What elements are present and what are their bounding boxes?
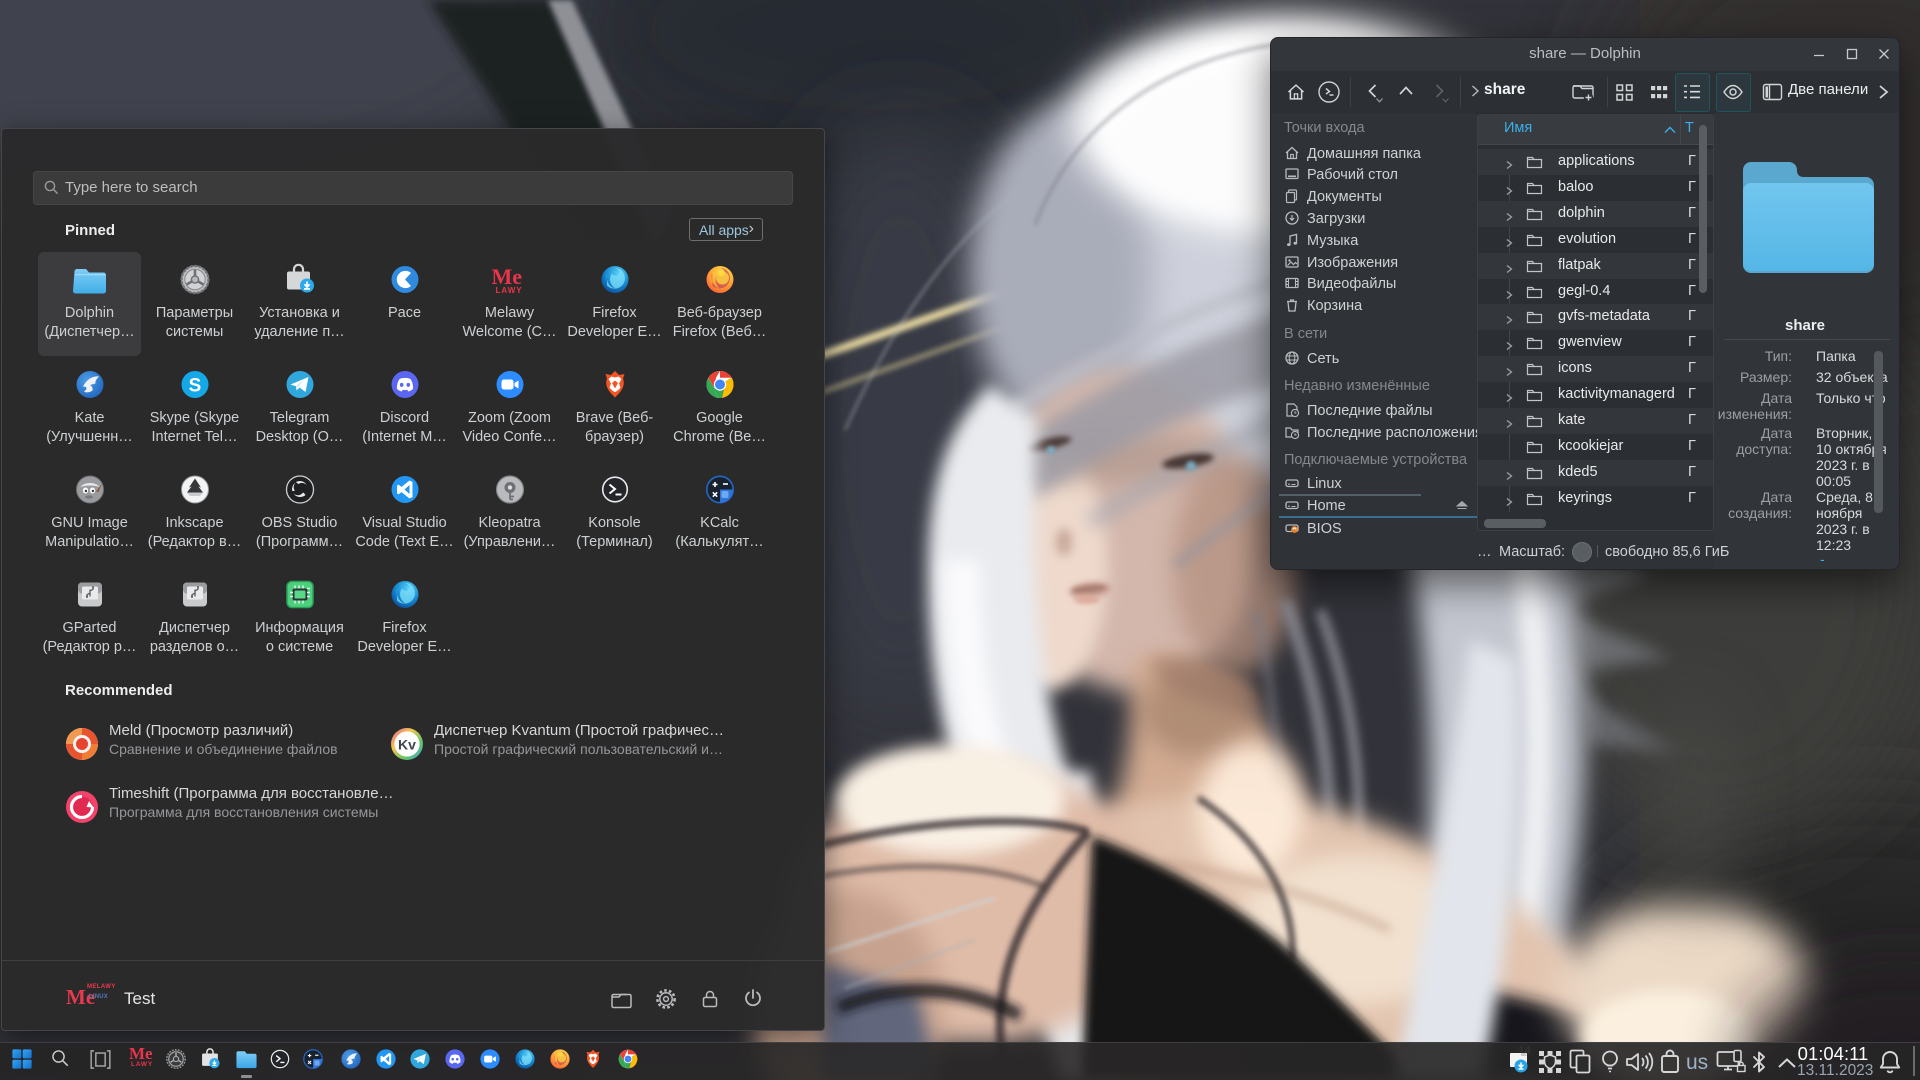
svg-text:Kv: Kv bbox=[398, 737, 416, 753]
svg-text:S: S bbox=[188, 376, 201, 397]
